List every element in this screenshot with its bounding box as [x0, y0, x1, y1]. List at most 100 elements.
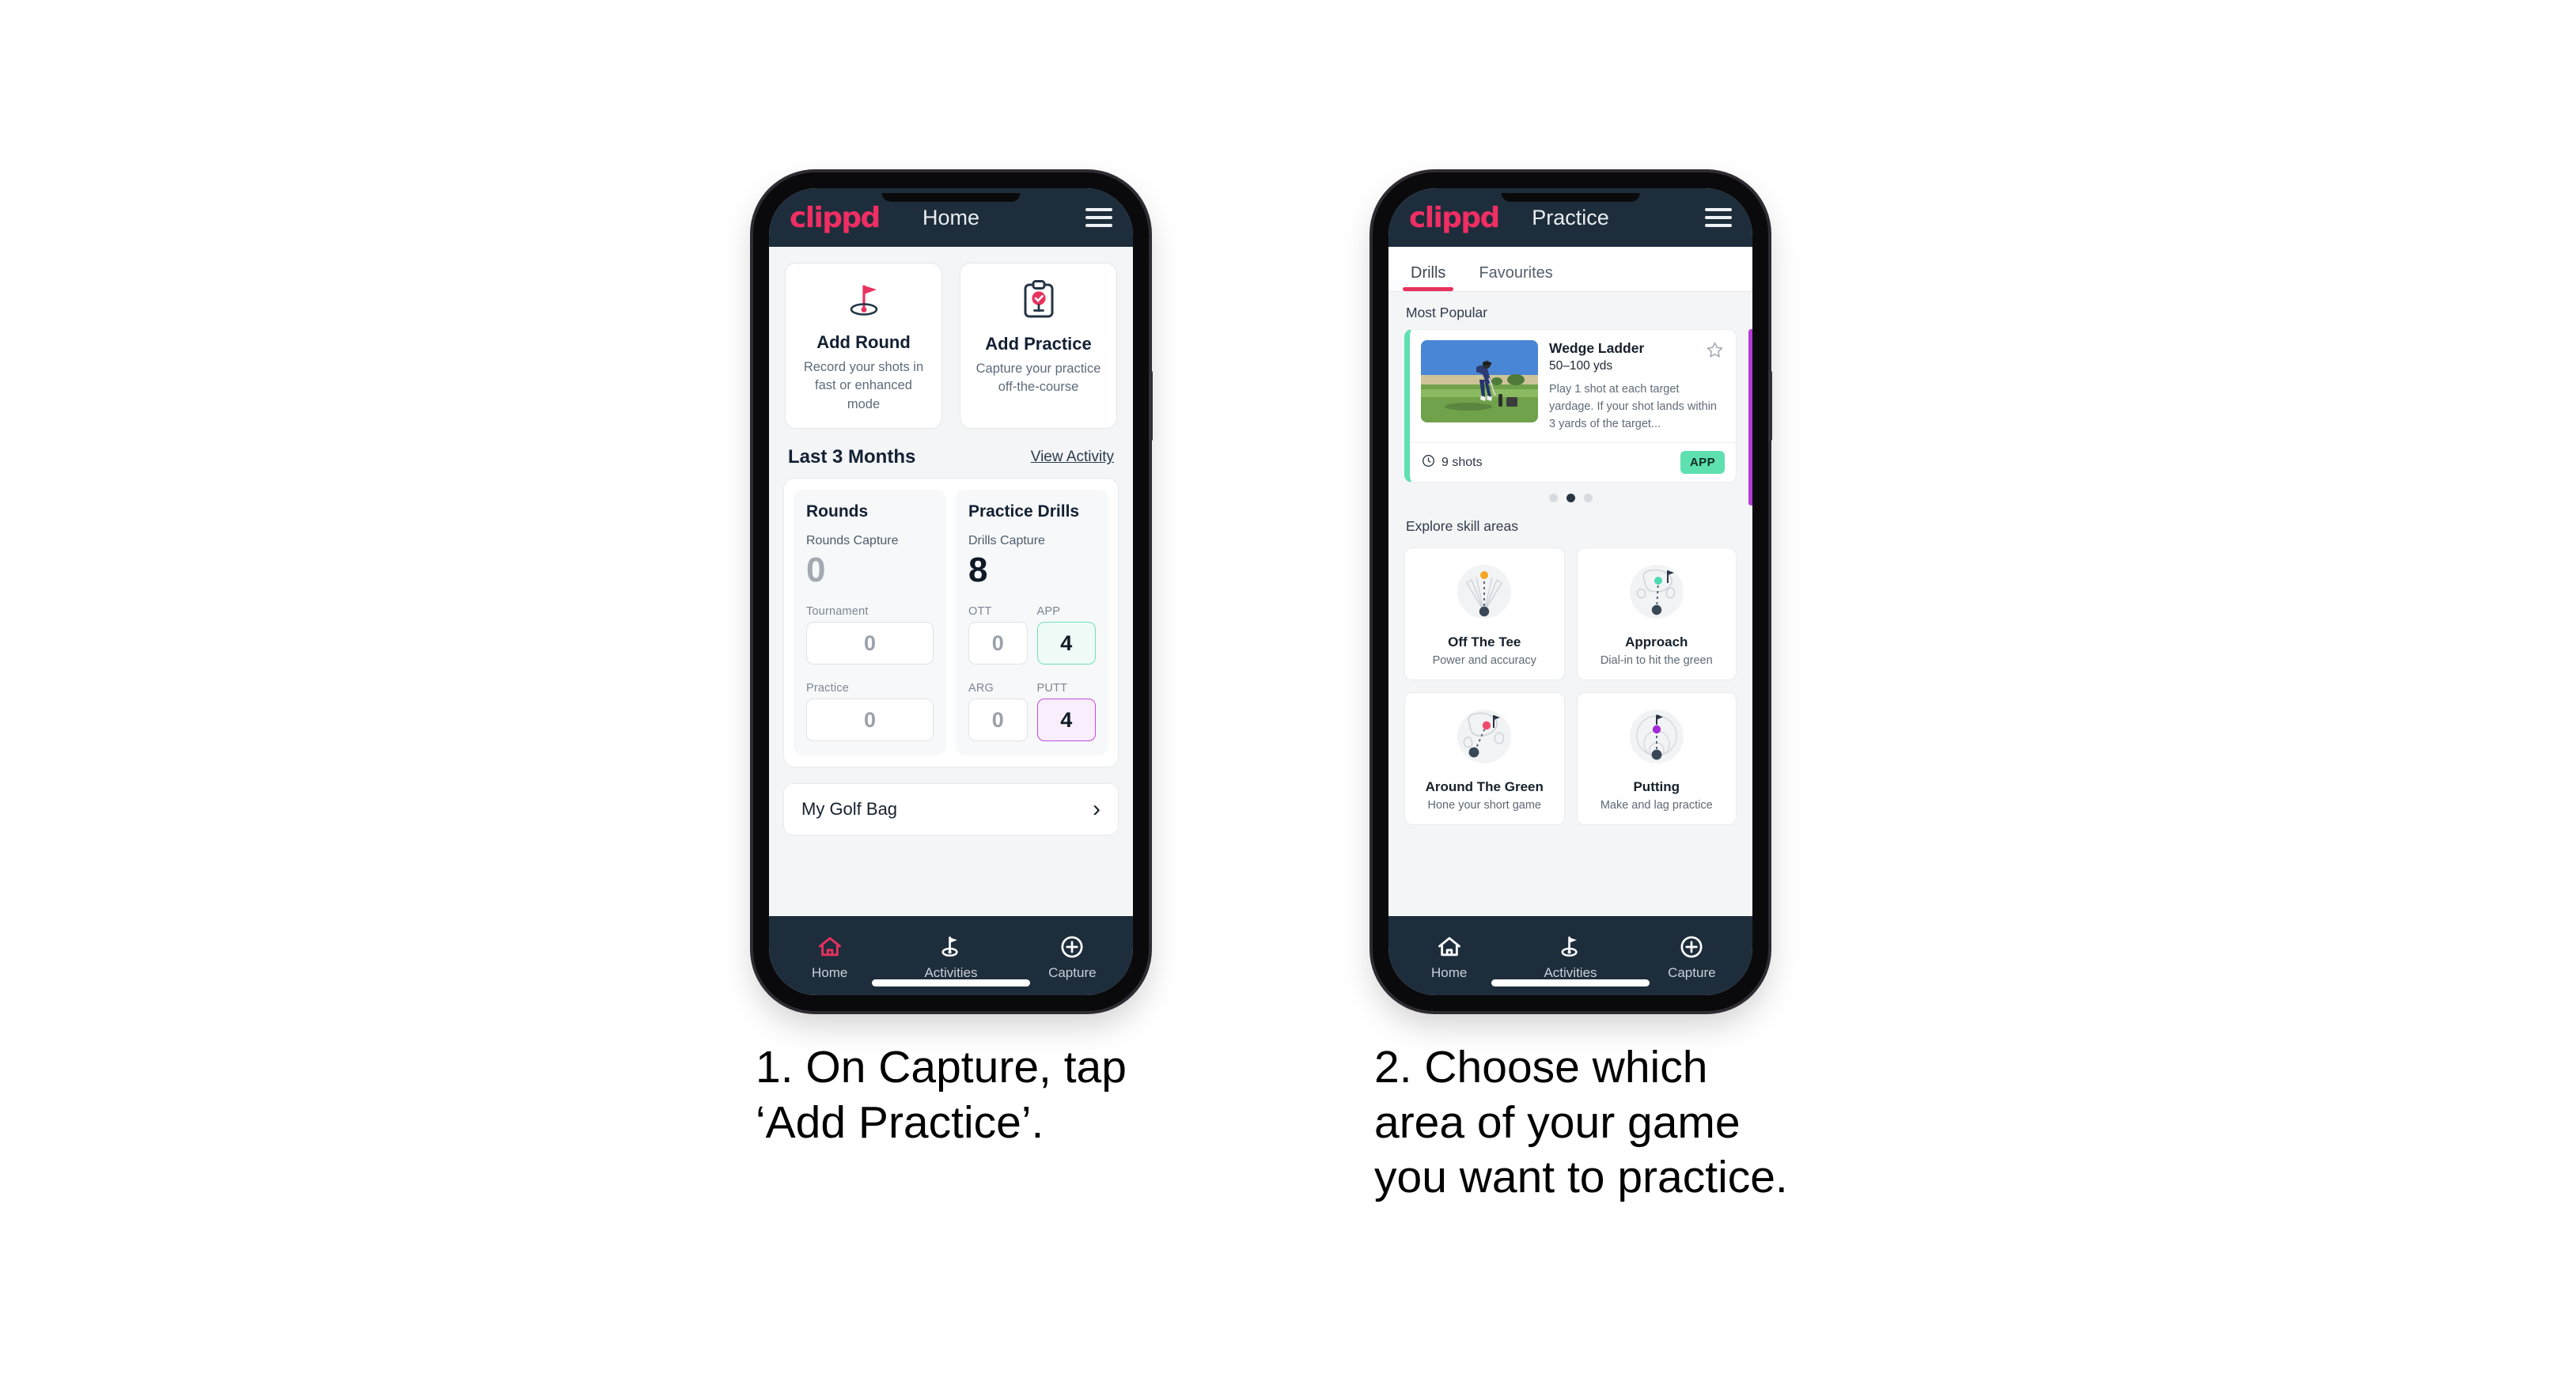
metric-app-value[interactable]: 4 [1036, 622, 1096, 665]
tab-drills[interactable]: Drills [1402, 264, 1454, 291]
skill-card-off-the-tee[interactable]: Off The Tee Power and accuracy [1404, 547, 1565, 681]
rounds-capture-label: Rounds Capture [806, 534, 899, 548]
metric-app-label: APP [1036, 605, 1061, 619]
section-header: Last 3 Months View Activity [769, 429, 1133, 478]
home-content: Add Round Record your shots in fast or e… [769, 247, 1133, 916]
metric-arg: ARG 0 [968, 682, 1028, 742]
skill-name: Putting [1633, 779, 1680, 795]
metric-tournament: Tournament 0 [806, 605, 934, 665]
nav-item-home-label: Home [1430, 965, 1468, 980]
nav-item-capture-label: Capture [1048, 965, 1097, 980]
nav-item-home[interactable]: Home [1388, 933, 1510, 981]
add-round-subtitle: Record your shots in fast or enhanced mo… [803, 360, 924, 411]
approach-green-icon [1619, 565, 1695, 627]
phone-mockup-practice: clippd Practice Drills Favourites Most P… [1373, 172, 1772, 1011]
skill-subtitle: Power and accuracy [1432, 654, 1536, 668]
metric-arg-value[interactable]: 0 [968, 699, 1028, 742]
quick-actions-row: Add Round Record your shots in fast or e… [769, 247, 1133, 430]
clippd-logo[interactable]: clippd [1409, 202, 1500, 234]
skill-name: Approach [1625, 634, 1688, 650]
drill-yardage: 50–100 yds [1549, 359, 1613, 373]
phone-mockup-home: clippd Home Add Round Record your shots … [753, 172, 1153, 1011]
skill-card-approach[interactable]: Approach Dial-in to hit the green [1576, 547, 1737, 681]
skill-subtitle: Hone your short game [1427, 799, 1541, 812]
clippd-logo[interactable]: clippd [790, 202, 881, 234]
add-practice-title: Add Practice [985, 334, 1092, 354]
skill-card-around-the-green[interactable]: Around The Green Hone your short game [1404, 692, 1565, 826]
skill-areas-grid: Off The Tee Power and accuracy Approach … [1388, 543, 1752, 838]
add-round-title: Add Round [816, 332, 911, 352]
phone-screen-home: clippd Home Add Round Record your shots … [769, 188, 1133, 995]
drills-heading: Practice Drills [968, 502, 1080, 521]
view-activity-link[interactable]: View Activity [1031, 449, 1114, 466]
metric-tournament-label: Tournament [806, 605, 869, 619]
plus-circle-icon [1059, 933, 1085, 960]
putting-rings-icon [1619, 710, 1695, 772]
drill-carousel: Wedge Ladder 50–100 yds Play 1 shot at e… [1388, 329, 1752, 506]
carousel-dot[interactable] [1583, 494, 1593, 503]
metric-ott: OTT 0 [968, 605, 1028, 665]
home-indicator [872, 979, 1030, 986]
nav-item-capture[interactable]: Capture [1012, 933, 1133, 981]
metric-tournament-value[interactable]: 0 [806, 622, 934, 665]
carousel-dot[interactable] [1548, 494, 1558, 503]
most-popular-title: Most Popular [1406, 305, 1488, 320]
hamburger-menu-icon[interactable] [1705, 208, 1732, 227]
add-practice-subtitle: Capture your practice off-the-course [975, 362, 1101, 395]
rounds-heading: Rounds [806, 502, 869, 521]
metric-putt-value[interactable]: 4 [1036, 699, 1096, 742]
skill-subtitle: Dial-in to hit the green [1600, 654, 1713, 668]
nav-item-activities[interactable]: Activities [1510, 933, 1631, 981]
phone-screen-practice: clippd Practice Drills Favourites Most P… [1388, 188, 1752, 995]
home-indicator [1491, 979, 1650, 986]
drill-shots: 9 shots [1421, 453, 1483, 472]
chip-green-icon [1446, 710, 1522, 772]
skill-name: Around The Green [1425, 779, 1544, 795]
drill-card-footer: 9 shots APP [1410, 442, 1736, 482]
drills-metric-row-2: ARG 0 PUTT 4 [968, 682, 1096, 742]
my-golf-bag-row[interactable]: My Golf Bag › [783, 783, 1119, 836]
drill-card-body: Wedge Ladder 50–100 yds Play 1 shot at e… [1410, 330, 1736, 442]
metric-practice: Practice 0 [806, 682, 934, 742]
caption-step-1: 1. On Capture, tap ‘Add Practice’. [756, 1042, 1127, 1148]
metric-arg-label: ARG [968, 682, 994, 695]
nav-item-activities[interactable]: Activities [890, 933, 1011, 981]
star-outline-icon[interactable] [1705, 340, 1725, 364]
skill-card-putting[interactable]: Putting Make and lag practice [1576, 692, 1737, 826]
drill-card-wedge-ladder[interactable]: Wedge Ladder 50–100 yds Play 1 shot at e… [1404, 329, 1737, 483]
rounds-metric-row-1: Tournament 0 [806, 605, 934, 665]
caption-step-2: 2. Choose which area of your game you wa… [1374, 1042, 1788, 1203]
drills-stat-column: Practice Drills Drills Capture 8 OTT 0 A… [956, 490, 1108, 756]
metric-practice-label: Practice [806, 682, 849, 695]
chevron-right-icon: › [1093, 796, 1100, 823]
golf-flag-hole-icon [841, 285, 887, 322]
rounds-stat-column: Rounds Rounds Capture 0 Tournament 0 Pra… [794, 490, 946, 756]
bottom-navigation-home: Home Activities Capture [769, 916, 1133, 995]
golf-flag-icon [1557, 933, 1584, 960]
phone-notch [1501, 193, 1640, 202]
skill-name: Off The Tee [1448, 634, 1521, 650]
carousel-dot-active[interactable] [1566, 494, 1575, 503]
practice-content: Most Popular Wedge Ladder 50–100 yds Pla… [1388, 292, 1752, 916]
carousel-dots [1404, 483, 1737, 506]
nav-item-activities-label: Activities [924, 965, 978, 980]
metric-practice-value[interactable]: 0 [806, 699, 934, 742]
rounds-metric-row-2: Practice 0 [806, 682, 934, 742]
drill-description: Play 1 shot at each target yardage. If y… [1549, 383, 1717, 430]
poster-canvas: clippd Home Add Round Record your shots … [0, 0, 2576, 1386]
nav-item-activities-label: Activities [1544, 965, 1597, 980]
drills-metric-row-1: OTT 0 APP 4 [968, 605, 1096, 665]
nav-item-home-label: Home [811, 965, 848, 980]
nav-item-capture[interactable]: Capture [1631, 933, 1752, 981]
add-round-card[interactable]: Add Round Record your shots in fast or e… [785, 263, 942, 430]
home-icon [816, 933, 843, 960]
section-title: Last 3 Months [788, 446, 916, 468]
next-drill-card-peek[interactable] [1748, 329, 1752, 506]
tab-favourites[interactable]: Favourites [1474, 264, 1557, 291]
metric-ott-value[interactable]: 0 [968, 622, 1028, 665]
drills-capture-label: Drills Capture [968, 534, 1045, 548]
nav-item-home[interactable]: Home [769, 933, 890, 981]
add-practice-card[interactable]: Add Practice Capture your practice off-t… [960, 263, 1117, 430]
stats-card: Rounds Rounds Capture 0 Tournament 0 Pra… [783, 478, 1119, 768]
hamburger-menu-icon[interactable] [1085, 208, 1112, 227]
